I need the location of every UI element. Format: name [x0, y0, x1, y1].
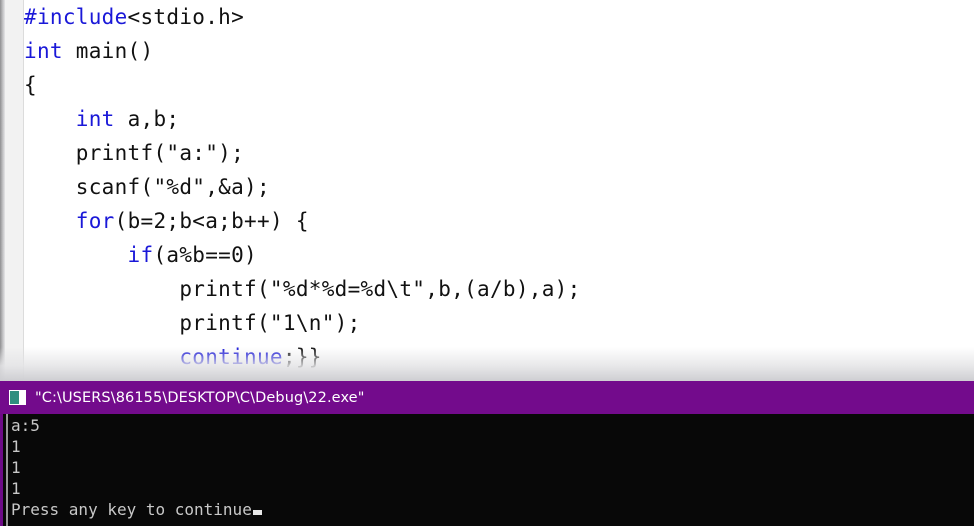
code-keyword: int — [24, 39, 63, 63]
code-token: { — [24, 73, 37, 97]
code-line[interactable]: printf("a:"); — [24, 136, 974, 170]
console-output-area[interactable]: a:5 1 1 1 Press any key to continue — [0, 414, 974, 526]
code-token: printf("%d*%d=%d\t",b,(a/b),a); — [179, 277, 581, 301]
code-line[interactable]: #include<stdio.h> — [24, 0, 974, 34]
code-keyword: continue — [179, 345, 283, 369]
code-token: (a%b==0) — [153, 243, 257, 267]
screenshot-root: #include<stdio.h> int main(){ int a,b; pr… — [0, 0, 974, 526]
code-keyword: int — [75, 107, 115, 131]
code-line[interactable]: int a,b; — [24, 102, 974, 136]
code-line[interactable]: int main() — [24, 34, 974, 68]
code-line[interactable]: for(b=2;b<a;b++) { — [24, 204, 974, 238]
console-line-text: a:5 — [11, 416, 40, 435]
code-keyword: #include — [24, 5, 128, 29]
code-line[interactable]: continue;}} — [24, 340, 974, 374]
console-window[interactable]: "C:\USERS\86155\DESKTOP\C\Debug\22.exe" … — [0, 381, 974, 526]
console-line-text: Press any key to continue — [11, 500, 252, 519]
code-token: ;}} — [282, 345, 322, 369]
console-line: Press any key to continue — [11, 499, 974, 520]
console-window-icon-left — [10, 391, 19, 404]
code-line[interactable]: scanf("%d",&a); — [24, 170, 974, 204]
console-window-icon-right — [19, 391, 25, 404]
code-token: <stdio.h> — [127, 5, 245, 29]
console-line: 1 — [11, 478, 974, 499]
code-keyword: if — [127, 243, 154, 267]
console-line: a:5 — [11, 415, 974, 436]
console-window-icon — [9, 390, 26, 405]
console-title-text: "C:\USERS\86155\DESKTOP\C\Debug\22.exe" — [35, 389, 365, 406]
console-line-text: 1 — [11, 437, 21, 456]
code-token: a,b; — [114, 107, 180, 131]
console-line: 1 — [11, 436, 974, 457]
console-line: 1 — [11, 457, 974, 478]
console-cursor — [252, 510, 262, 515]
code-token: (b=2;b<a;b++) { — [114, 209, 309, 233]
code-editor-pane[interactable]: #include<stdio.h> int main(){ int a,b; pr… — [0, 0, 974, 381]
code-text-area[interactable]: #include<stdio.h> int main(){ int a,b; pr… — [24, 0, 974, 374]
code-line[interactable]: if(a%b==0) — [24, 238, 974, 272]
editor-gutter[interactable] — [5, 0, 24, 381]
code-line[interactable]: printf("%d*%d=%d\t",b,(a/b),a); — [24, 272, 974, 306]
console-output-text: a:5 1 1 1 Press any key to continue — [11, 415, 974, 520]
console-titlebar[interactable]: "C:\USERS\86155\DESKTOP\C\Debug\22.exe" — [0, 381, 974, 414]
code-line[interactable]: printf("1\n"); — [24, 306, 974, 340]
code-keyword: for — [75, 209, 115, 233]
code-token: scanf("%d",&a); — [75, 175, 270, 199]
code-line[interactable]: { — [24, 68, 974, 102]
console-line-text: 1 — [11, 479, 21, 498]
code-token: printf("1\n"); — [179, 311, 361, 335]
console-line-text: 1 — [11, 458, 21, 477]
code-token: main() — [62, 39, 154, 63]
code-token: printf("a:"); — [75, 141, 245, 165]
